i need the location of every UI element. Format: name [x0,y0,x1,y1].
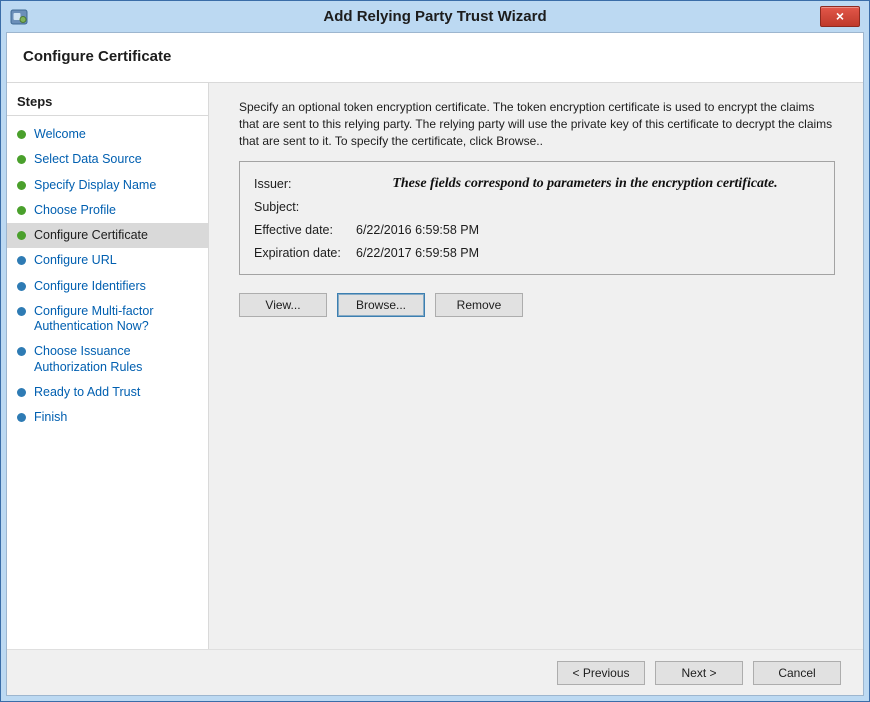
title-bar: Add Relying Party Trust Wizard × [6,1,864,32]
remove-button[interactable]: Remove [435,293,523,317]
step-bullet-icon [17,231,26,240]
step-bullet-icon [17,181,26,190]
step-item[interactable]: Ready to Add Trust [7,380,208,405]
page-title: Configure Certificate [23,48,863,65]
step-label: Configure URL [34,253,117,268]
step-item[interactable]: Configure URL [7,248,208,273]
previous-button[interactable]: < Previous [557,661,645,685]
step-label: Ready to Add Trust [34,385,140,400]
step-item[interactable]: Select Data Source [7,147,208,172]
step-label: Finish [34,410,67,425]
step-item[interactable]: Choose Profile [7,198,208,223]
cancel-button[interactable]: Cancel [753,661,841,685]
step-item[interactable]: Welcome [7,122,208,147]
step-bullet-icon [17,256,26,265]
dialog-body: Configure Certificate Steps Welcome [6,32,864,696]
main-panel: Specify an optional token encryption cer… [209,83,863,649]
browse-button[interactable]: Browse... [337,293,425,317]
step-label: Configure Certificate [34,228,148,243]
step-bullet-icon [17,155,26,164]
wizard-window: Add Relying Party Trust Wizard × Configu… [0,0,870,702]
step-bullet-icon [17,307,26,316]
step-bullet-icon [17,130,26,139]
certificate-field-row: Effective date: 6/22/2016 6:59:58 PM [254,218,822,241]
step-bullet-icon [17,282,26,291]
certificate-field-label: Expiration date: [254,246,356,260]
steps-sidebar: Steps Welcome Select Data Source [7,83,209,649]
certificate-field-label: Subject: [254,200,356,214]
footer-bar: < Previous Next > Cancel [7,649,863,695]
step-bullet-icon [17,388,26,397]
step-item[interactable]: Configure Certificate [7,223,208,248]
step-label: Choose Issuance Authorization Rules [34,344,200,375]
content-area: Steps Welcome Select Data Source [7,83,863,649]
step-label: Specify Display Name [34,178,156,193]
step-item[interactable]: Configure Identifiers [7,274,208,299]
step-bullet-icon [17,347,26,356]
step-item[interactable]: Specify Display Name [7,173,208,198]
step-item[interactable]: Finish [7,405,208,430]
steps-heading: Steps [7,89,208,116]
window-title: Add Relying Party Trust Wizard [6,8,864,25]
next-button[interactable]: Next > [655,661,743,685]
view-button[interactable]: View... [239,293,327,317]
certificate-field-value: 6/22/2016 6:59:58 PM [356,223,822,237]
certificate-field-value: 6/22/2017 6:59:58 PM [356,246,822,260]
step-item[interactable]: Choose Issuance Authorization Rules [7,339,208,380]
step-label: Choose Profile [34,203,116,218]
instruction-text: Specify an optional token encryption cer… [239,99,835,149]
steps-list: Welcome Select Data Source Specify Displ… [7,116,208,430]
close-button[interactable]: × [820,6,860,27]
annotation-text: These fields correspond to parameters in… [350,176,820,192]
step-label: Welcome [34,127,86,142]
step-label: Select Data Source [34,152,142,167]
certificate-field-label: Effective date: [254,223,356,237]
certificate-field-row: Subject: [254,195,822,218]
certificate-details-box: Issuer: Subject: Effective date: [239,161,835,275]
close-icon: × [836,8,844,24]
step-bullet-icon [17,206,26,215]
certificate-actions: View... Browse... Remove [239,293,835,317]
certificate-field-label: Issuer: [254,177,356,191]
wizard-icon [9,7,29,27]
step-bullet-icon [17,413,26,422]
step-label: Configure Identifiers [34,279,146,294]
step-label: Configure Multi-factor Authentication No… [34,304,200,335]
page-header: Configure Certificate [7,33,863,83]
step-item[interactable]: Configure Multi-factor Authentication No… [7,299,208,340]
certificate-field-row: Expiration date: 6/22/2017 6:59:58 PM [254,241,822,264]
